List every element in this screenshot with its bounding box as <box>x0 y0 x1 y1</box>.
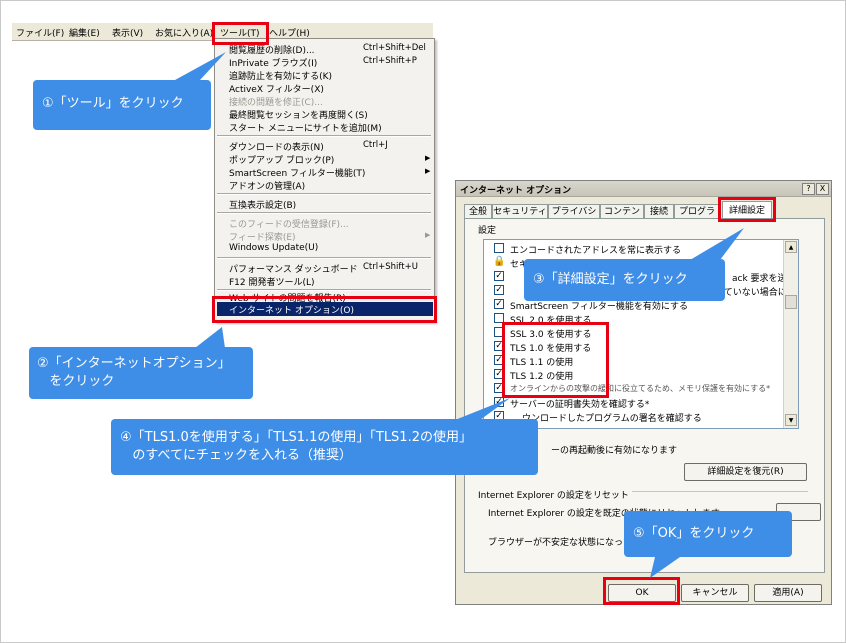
menu-item-fix-connection: 接続の問題を修正(C)... <box>229 98 323 108</box>
callout-step1-text: ①「ツール」をクリック <box>42 96 184 111</box>
tab-general[interactable]: 全般 <box>464 204 492 218</box>
tab-privacy[interactable]: プライバシー <box>548 204 600 231</box>
apply-button[interactable]: 適用(A) <box>754 584 822 602</box>
menu-item-manage-addons[interactable]: アドオンの管理(A) <box>229 179 305 192</box>
dialog-title-bar: インターネット オプション ? X <box>456 181 831 197</box>
settings-scrollbar[interactable]: ▲ ▼ <box>783 240 798 428</box>
checkbox[interactable]: ✓ <box>494 299 504 309</box>
settings-label: 設定 <box>478 226 497 236</box>
callout-step1: ①「ツール」をクリック <box>33 80 211 130</box>
callout-step2: ②「インターネットオプション」 をクリック <box>29 347 253 399</box>
menu-separator <box>217 193 431 195</box>
checkbox[interactable] <box>494 243 504 253</box>
setting-verify-signature: ウンロードしたプログラムの署名を確認する <box>522 414 702 424</box>
scroll-thumb[interactable] <box>785 295 797 309</box>
menu-item-activex-filter[interactable]: ActiveX フィルター(X) <box>229 82 324 95</box>
tab-security[interactable]: セキュリティ <box>492 204 548 218</box>
menu-item-compat-view[interactable]: 互換表示設定(B) <box>229 198 296 211</box>
callout-step2-text: ②「インターネットオプション」 をクリック <box>37 356 231 389</box>
highlight-internet-options <box>212 296 437 323</box>
reset-group-label: Internet Explorer の設定をリセット <box>478 488 632 501</box>
menu-item-inprivate[interactable]: InPrivate ブラウズ(I) <box>229 56 317 69</box>
tab-connections[interactable]: 接続 <box>644 204 674 218</box>
help-button[interactable]: ? <box>802 183 815 195</box>
lock-icon: 🔒 <box>493 256 506 267</box>
close-button[interactable]: X <box>816 183 829 195</box>
scroll-up-icon[interactable]: ▲ <box>785 241 797 253</box>
tab-programs[interactable]: プログラム <box>674 204 720 231</box>
cancel-button[interactable]: キャンセル <box>681 584 749 602</box>
menu-item-windows-update[interactable]: Windows Update(U) <box>229 243 318 253</box>
menu-item-performance-dashboard[interactable]: パフォーマンス ダッシュボード <box>229 262 358 275</box>
submenu-arrow-icon: ▶ <box>425 231 431 239</box>
menu-separator <box>217 135 431 137</box>
menu-edit[interactable]: 編集(E) <box>69 26 100 39</box>
highlight-advanced-tab <box>718 197 776 222</box>
callout-step4-text: ④「TLS1.0を使用する」「TLS1.1の使用」「TLS1.2の使用」 のすべ… <box>120 430 472 463</box>
highlight-ok-button <box>603 577 680 605</box>
shortcut: Ctrl+J <box>363 140 388 150</box>
menu-item-f12-tools[interactable]: F12 開発者ツール(L) <box>229 275 315 288</box>
menu-view[interactable]: 表示(V) <box>112 26 143 39</box>
setting-cert-revocation: サーバーの証明書失効を確認する* <box>510 400 650 410</box>
checkbox[interactable]: ✓ <box>494 285 504 295</box>
checkbox[interactable]: ✓ <box>494 271 504 281</box>
shortcut: Ctrl+Shift+Del <box>363 43 426 53</box>
callout-step5-text: ⑤「OK」をクリック <box>633 526 755 541</box>
tab-content[interactable]: コンテンツ <box>600 204 644 231</box>
menu-item-subscribe-feed: このフィードの受信登録(F)... <box>229 220 349 230</box>
checkbox[interactable]: ✓ <box>494 397 504 407</box>
menu-separator <box>217 257 431 259</box>
restart-note: ーの再起動後に有効になります <box>551 446 678 456</box>
tools-dropdown-menu: 閲覧履歴の削除(D)... Ctrl+Shift+Del InPrivate ブ… <box>214 38 435 322</box>
menu-item-smartscreen[interactable]: SmartScreen フィルター機能(T) <box>229 166 365 179</box>
submenu-arrow-icon: ▶ <box>425 167 431 175</box>
shortcut: Ctrl+Shift+U <box>363 262 418 272</box>
menu-item-tracking-protection[interactable]: 追跡防止を有効にする(K) <box>229 69 332 82</box>
menu-file[interactable]: ファイル(F) <box>16 26 64 39</box>
menu-item-reopen-session[interactable]: 最終閲覧セッションを再度開く(S) <box>229 108 368 121</box>
callout-step3-text: ③「詳細設定」をクリック <box>533 272 688 287</box>
menu-favorites[interactable]: お気に入り(A) <box>155 26 213 39</box>
menu-item-downloads[interactable]: ダウンロードの表示(N) <box>229 140 324 153</box>
menu-separator <box>217 212 431 214</box>
highlight-tls-checkboxes <box>502 322 609 398</box>
callout-step4: ④「TLS1.0を使用する」「TLS1.1の使用」「TLS1.2の使用」 のすべ… <box>111 419 538 475</box>
restore-advanced-button[interactable]: 詳細設定を復元(R) <box>684 463 807 481</box>
scroll-down-icon[interactable]: ▼ <box>785 414 797 426</box>
menu-item-add-start-menu[interactable]: スタート メニューにサイトを追加(M) <box>229 121 382 134</box>
highlight-tools-menu <box>212 22 269 45</box>
menu-item-popup-blocker[interactable]: ポップアップ ブロック(P) <box>229 153 334 166</box>
setting-show-encoded-address: エンコードされたアドレスを常に表示する <box>510 246 682 256</box>
shortcut: Ctrl+Shift+P <box>363 56 417 66</box>
callout-step5: ⑤「OK」をクリック <box>624 511 792 557</box>
setting-dnt: ack 要求を送 <box>732 274 787 284</box>
dialog-title: インターネット オプション <box>460 186 572 196</box>
menu-item-feed-discovery: フィード探索(E) <box>229 233 296 243</box>
callout-step3: ③「詳細設定」をクリック <box>524 259 725 301</box>
reset-warning: ブラウザーが不安定な状態になった場 <box>488 538 642 548</box>
submenu-arrow-icon: ▶ <box>425 154 431 162</box>
